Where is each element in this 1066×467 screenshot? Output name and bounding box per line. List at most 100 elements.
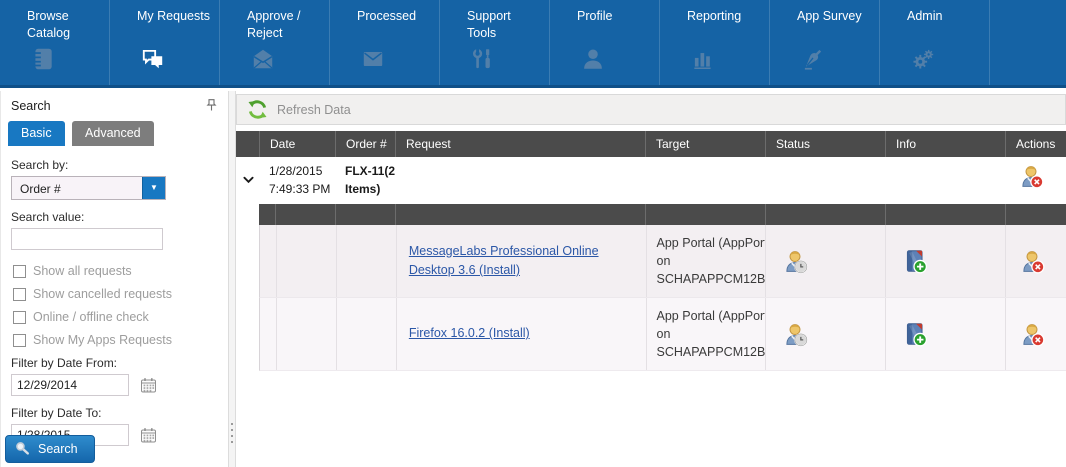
calendar-icon[interactable]: [140, 427, 157, 444]
nav-item-profile[interactable]: Profile: [550, 0, 660, 85]
header-date[interactable]: Date: [259, 131, 335, 157]
search-by-label: Search by:: [11, 158, 218, 172]
nav-item-label: Approve / Reject: [247, 8, 323, 42]
header-order[interactable]: Order #: [335, 131, 395, 157]
group-date: 1/28/2015 7:49:33 PM: [259, 162, 335, 198]
nav-item-label: Processed: [357, 8, 433, 25]
search-panel: Search Basic Advanced Search by: Order #…: [0, 91, 228, 467]
search-value-input[interactable]: [11, 228, 163, 250]
group-request-cell: [395, 162, 645, 198]
nav-item-app-survey[interactable]: App Survey: [770, 0, 880, 85]
nav-item-label: Support Tools: [467, 8, 543, 42]
install-info-icon[interactable]: [902, 248, 928, 274]
checkbox-group: Show all requests Show cancelled request…: [11, 264, 218, 347]
header-actions[interactable]: Actions: [1005, 131, 1066, 157]
search-button[interactable]: Search: [5, 435, 95, 463]
search-panel-body: Search by: Order # ▼ Search value: Show …: [1, 146, 228, 446]
pin-icon[interactable]: [205, 98, 218, 112]
top-nav: Browse Catalog My Requests Approve / Rej…: [0, 0, 1066, 88]
search-tabs: Basic Advanced: [1, 118, 228, 146]
tools-icon: [470, 46, 496, 72]
checkbox-label: Show cancelled requests: [33, 287, 172, 301]
expand-chevron-icon[interactable]: [236, 162, 259, 198]
tab-basic[interactable]: Basic: [8, 121, 65, 146]
checkbox-row: Show My Apps Requests: [11, 333, 218, 347]
search-button-label: Search: [38, 442, 78, 456]
nav-item-label: My Requests: [137, 8, 213, 25]
search-panel-title: Search: [11, 99, 51, 113]
requests-main: Refresh Data Date Order # Request Target…: [236, 91, 1066, 467]
show-all-requests-checkbox[interactable]: [13, 265, 26, 278]
group-info-cell: [885, 162, 1005, 198]
header-info[interactable]: Info: [885, 131, 1005, 157]
nav-item-reporting[interactable]: Reporting: [660, 0, 770, 85]
refresh-label: Refresh Data: [277, 103, 351, 117]
user-pending-icon: [782, 248, 808, 274]
chat-bubbles-icon: [140, 46, 166, 72]
gears-icon: [910, 46, 936, 72]
bar-chart-icon: [690, 46, 716, 72]
group-target-cell: [645, 162, 765, 198]
nav-item-label: Admin: [907, 8, 983, 25]
checkbox-row: Online / offline check: [11, 310, 218, 324]
show-my-apps-requests-checkbox[interactable]: [13, 334, 26, 347]
checkbox-label: Online / offline check: [33, 310, 149, 324]
install-info-icon[interactable]: [902, 321, 928, 347]
request-link[interactable]: Firefox 16.0.2 (Install): [409, 324, 530, 343]
requests-grid: Date Order # Request Target Status Info …: [236, 131, 1066, 371]
chevron-down-icon[interactable]: ▼: [142, 177, 165, 199]
nav-item-processed[interactable]: Processed: [330, 0, 440, 85]
request-row: Firefox 16.0.2 (Install) App Portal (App…: [259, 298, 1066, 371]
checkbox-row: Show all requests: [11, 264, 218, 278]
target-text: App Portal (AppPortal) on SCHAPAPPCM12BO…: [657, 307, 766, 361]
mail-icon: [360, 46, 386, 72]
sub-grid-header-row: [259, 204, 1066, 225]
date-to-label: Filter by Date To:: [11, 406, 218, 420]
grid-header-row: Date Order # Request Target Status Info …: [236, 131, 1066, 157]
refresh-data-button[interactable]: Refresh Data: [236, 94, 1066, 125]
group-order-number: FLX-11(2 Items): [335, 162, 395, 198]
show-cancelled-requests-checkbox[interactable]: [13, 288, 26, 301]
cancel-request-icon[interactable]: [1019, 248, 1045, 274]
group-row: 1/28/2015 7:49:33 PM FLX-11(2 Items): [236, 157, 1066, 204]
calendar-icon[interactable]: [140, 377, 157, 394]
date-from-input[interactable]: [11, 374, 129, 396]
search-value-label: Search value:: [11, 210, 218, 224]
nav-item-label: Profile: [577, 8, 653, 25]
nav-item-label: Reporting: [687, 8, 763, 25]
online-offline-check-checkbox[interactable]: [13, 311, 26, 324]
tab-advanced[interactable]: Advanced: [72, 121, 154, 146]
group-actions-cell: [1005, 162, 1066, 198]
header-expand: [236, 131, 259, 157]
pen-icon: [800, 46, 826, 72]
sidebar-splitter[interactable]: [228, 91, 236, 467]
target-text: App Portal (AppPortal) on SCHAPAPPCM12BO…: [657, 234, 766, 288]
request-row: MessageLabs Professional Online Desktop …: [259, 225, 1066, 298]
nav-item-browse-catalog[interactable]: Browse Catalog: [0, 0, 110, 85]
open-mail-icon: [250, 46, 276, 72]
person-icon: [580, 46, 606, 72]
header-request[interactable]: Request: [395, 131, 645, 157]
search-by-select[interactable]: Order # ▼: [11, 176, 166, 200]
request-link[interactable]: MessageLabs Professional Online Desktop …: [409, 242, 640, 281]
user-pending-icon: [782, 321, 808, 347]
header-status[interactable]: Status: [765, 131, 885, 157]
search-panel-header: Search: [1, 91, 228, 118]
nav-item-label: Browse Catalog: [27, 8, 103, 42]
nav-item-support-tools[interactable]: Support Tools: [440, 0, 550, 85]
cancel-request-icon[interactable]: [1019, 321, 1045, 347]
date-from-row: [11, 374, 218, 396]
magnifier-icon: [15, 441, 30, 456]
cancel-request-icon[interactable]: [1018, 163, 1044, 189]
search-by-value: Order #: [20, 182, 61, 196]
splitter-grip-icon[interactable]: [231, 423, 233, 447]
nav-item-admin[interactable]: Admin: [880, 0, 990, 85]
app-portal-window: Browse Catalog My Requests Approve / Rej…: [0, 0, 1066, 467]
date-from-label: Filter by Date From:: [11, 356, 218, 370]
header-target[interactable]: Target: [645, 131, 765, 157]
checkbox-row: Show cancelled requests: [11, 287, 218, 301]
checkbox-label: Show My Apps Requests: [33, 333, 172, 347]
nav-item-my-requests[interactable]: My Requests: [110, 0, 220, 85]
nav-item-approve-reject[interactable]: Approve / Reject: [220, 0, 330, 85]
nav-item-label: App Survey: [797, 8, 873, 25]
